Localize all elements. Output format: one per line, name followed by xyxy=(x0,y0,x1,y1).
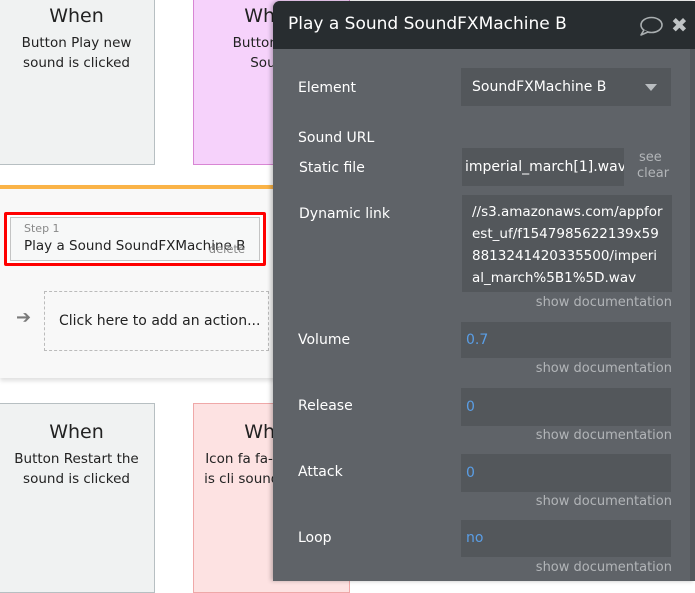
static-file-input[interactable]: imperial_march[1].wav xyxy=(462,148,624,186)
loop-label: Loop xyxy=(298,530,332,546)
clear-file-link[interactable]: clear xyxy=(637,166,669,181)
attack-input[interactable]: 0 xyxy=(461,454,671,492)
show-documentation-link[interactable]: show documentation xyxy=(536,361,672,376)
event-description: Button Restart the sound is clicked xyxy=(14,451,139,487)
close-icon[interactable]: ✖ xyxy=(671,15,688,35)
loop-dropdown[interactable]: no xyxy=(461,520,671,557)
event-when-label: When xyxy=(49,421,104,443)
workflow-actions-area: Step 1 Play a Sound SoundFXMachine B del… xyxy=(0,185,285,378)
step-number: Step 1 xyxy=(24,222,60,235)
workflow-accent-bar xyxy=(0,185,285,189)
chevron-down-icon xyxy=(645,84,657,91)
panel-title: Play a Sound SoundFXMachine B xyxy=(288,14,567,34)
event-when-label: When xyxy=(49,5,104,27)
add-action-button[interactable]: Click here to add an action... xyxy=(44,291,269,351)
step-card[interactable]: Step 1 Play a Sound SoundFXMachine B del… xyxy=(4,212,266,266)
dynamic-link-input[interactable]: //s3.amazonaws.com/appforest_uf/f1547985… xyxy=(462,195,672,292)
comment-icon[interactable] xyxy=(639,16,663,36)
arrow-right-icon: ➔ xyxy=(16,307,32,328)
element-dropdown[interactable]: SoundFXMachine B xyxy=(461,68,671,106)
show-documentation-link[interactable]: show documentation xyxy=(536,295,672,310)
element-dropdown-value: SoundFXMachine B xyxy=(472,79,607,95)
event-card-play-new-sound[interactable]: When Button Play new sound is clicked xyxy=(0,0,155,165)
sound-url-label: Sound URL xyxy=(298,130,375,146)
release-label: Release xyxy=(298,398,353,414)
step-delete-link[interactable]: delete xyxy=(209,242,245,256)
panel-header[interactable]: Play a Sound SoundFXMachine B ✖ xyxy=(273,1,695,49)
show-documentation-link[interactable]: show documentation xyxy=(536,428,672,443)
release-input[interactable]: 0 xyxy=(461,388,671,426)
attack-label: Attack xyxy=(298,464,343,480)
see-file-link[interactable]: see xyxy=(639,150,662,165)
volume-label: Volume xyxy=(298,332,351,348)
static-file-label: Static file xyxy=(299,160,365,176)
panel-scrollbar[interactable] xyxy=(690,49,695,581)
property-editor-panel: Play a Sound SoundFXMachine B ✖ Element … xyxy=(273,1,695,581)
event-card-restart-sound[interactable]: When Button Restart the sound is clicked xyxy=(0,403,155,593)
dynamic-link-label: Dynamic link xyxy=(299,206,390,222)
show-documentation-link[interactable]: show documentation xyxy=(536,560,672,575)
event-description: Button Play new sound is clicked xyxy=(21,35,132,71)
element-label: Element xyxy=(298,80,356,96)
show-documentation-link[interactable]: show documentation xyxy=(536,494,672,509)
volume-input[interactable]: 0.7 xyxy=(461,322,671,358)
